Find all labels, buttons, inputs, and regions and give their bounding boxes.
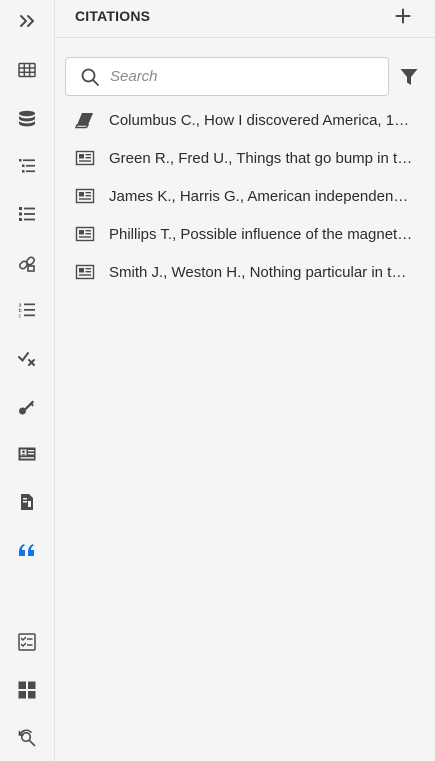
list-item[interactable]: Phillips T., Possible influence of the m… [55,215,435,253]
bullet-list-icon [19,207,35,221]
svg-text:c: c [19,314,22,320]
plus-icon [395,8,411,23]
newspaper-icon [75,148,95,168]
expand-chevrons-icon [20,15,34,27]
citation-label: Phillips T., Possible influence of the m… [109,225,414,243]
citation-label: James K., Harris G., American independen… [109,187,414,205]
checklist-icon [18,633,36,651]
rail-outline-button[interactable] [0,146,54,186]
citations-list: Columbus C., How I discovered America, 1… [55,101,435,291]
add-citation-button[interactable] [391,4,415,28]
list-item[interactable]: Green R., Fred U., Things that go bump i… [55,139,435,177]
outline-list-icon [19,159,35,173]
id-card-icon [18,447,36,461]
search-icon [81,68,99,86]
eraser-book-icon [75,110,95,130]
check-x-icon [18,352,35,366]
filter-icon [400,68,418,85]
panel-header: CITATIONS [55,0,435,38]
document-icon [21,494,33,510]
rail-link-button[interactable] [0,243,54,283]
grid-icon [18,681,36,699]
list-item[interactable]: James K., Harris G., American independen… [55,177,435,215]
expand-panel-button[interactable] [0,1,54,41]
rail-checklist-button[interactable] [0,622,54,662]
citation-label: Columbus C., How I discovered America, 1… [109,111,414,129]
rail-numbered-list-button[interactable]: abc [0,290,54,330]
rail-check-button[interactable] [0,338,54,378]
rail-database-button[interactable] [0,99,54,139]
citation-label: Smith J., Weston H., Nothing particular … [109,263,414,281]
rail-profile-card-button[interactable] [0,434,54,474]
newspaper-icon [75,186,95,206]
numbered-list-icon: abc [19,303,35,320]
rail-key-button[interactable] [0,387,54,427]
list-item[interactable]: Smith J., Weston H., Nothing particular … [55,253,435,291]
rail-citations-button[interactable] [0,530,54,570]
key-icon [19,400,35,415]
rail-bullet-list-button[interactable] [0,194,54,234]
database-icon [19,110,35,127]
filter-button[interactable] [398,66,420,88]
panel-title: CITATIONS [75,7,151,24]
list-item[interactable]: Columbus C., How I discovered America, 1… [55,101,435,139]
search-field[interactable] [65,57,389,96]
search-row [65,57,427,96]
link-icon [18,256,36,272]
rail-document-button[interactable] [0,482,54,522]
app-window: abc CITATIONS Search Columbus C., How I … [0,0,435,761]
rail-table-button[interactable] [0,50,54,90]
citation-label: Green R., Fred U., Things that go bump i… [109,149,414,167]
citations-panel: CITATIONS Columbus C., How I discovered … [55,0,435,761]
quote-icon [19,544,34,556]
left-icon-rail: abc [0,0,55,761]
rail-dashboard-button[interactable] [0,670,54,710]
newspaper-icon [75,224,95,244]
rail-find-refresh-button[interactable] [0,718,54,758]
table-icon [18,62,36,78]
search-refresh-icon [18,729,36,747]
newspaper-icon [75,262,95,282]
search-input[interactable] [110,68,370,85]
